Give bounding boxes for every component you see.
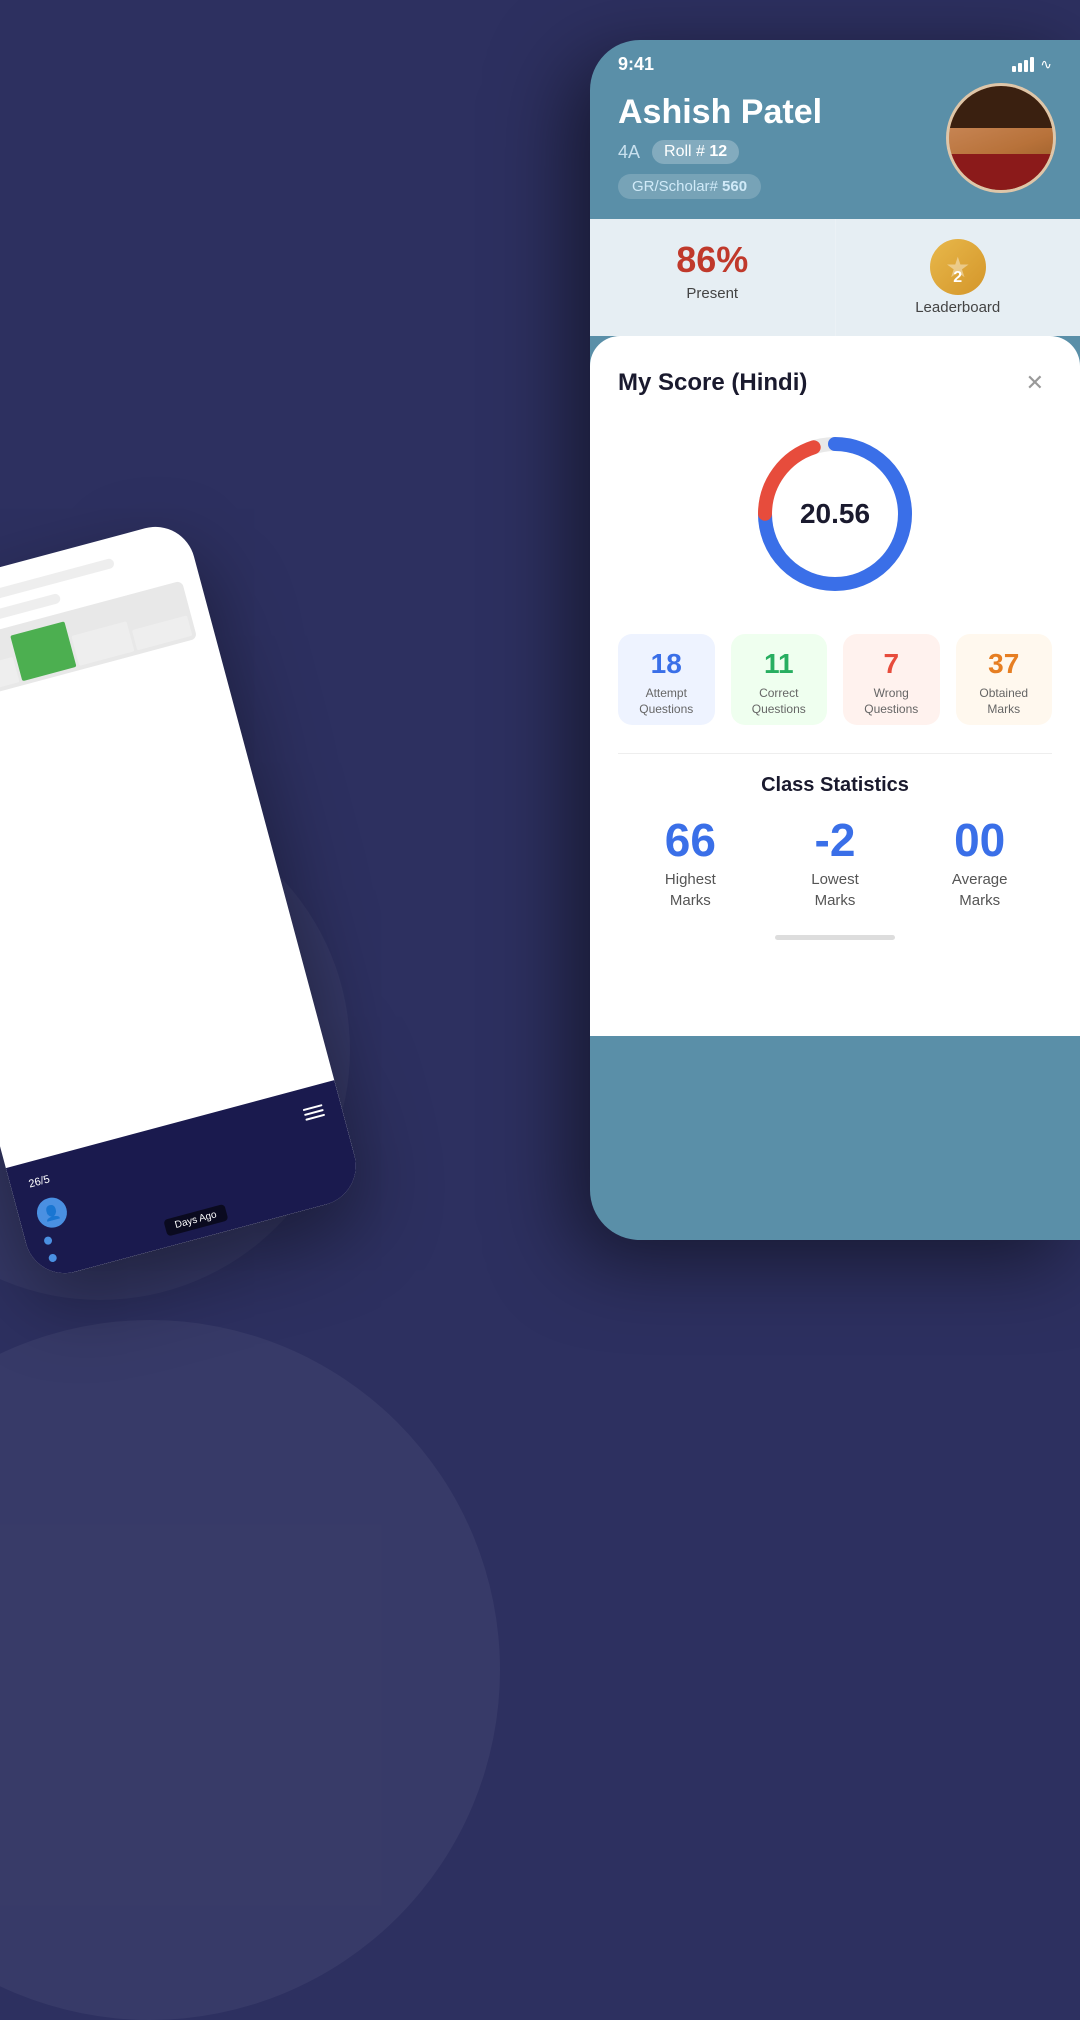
obtained-marks-box: 37 ObtainedMarks [956, 634, 1053, 725]
background-phone: Dec 000/- PAID 5000/- PAID 26/5 👤 Days A… [0, 518, 365, 1282]
wifi-icon: ∿ [1040, 56, 1052, 73]
attendance-value: 86% [600, 239, 825, 281]
donut-chart-container: 20.56 [618, 424, 1052, 604]
lowest-marks-value: -2 [763, 817, 908, 863]
leaderboard-rank: 2 [953, 269, 962, 287]
obtained-marks-value: 37 [966, 648, 1043, 680]
highest-marks-label: HighestMarks [618, 869, 763, 911]
attendance-stat: 86% Present [590, 219, 836, 336]
leaderboard-label: Leaderboard [846, 299, 1071, 316]
average-marks-value: 00 [907, 817, 1052, 863]
avatar-face [949, 86, 1053, 190]
roll-badge: Roll # 12 [652, 140, 739, 164]
attendance-label: Present [600, 285, 825, 302]
class-stats-title: Class Statistics [618, 774, 1052, 797]
divider [618, 753, 1052, 754]
average-marks-label: AverageMarks [907, 869, 1052, 911]
class-stats-row: 66 HighestMarks -2 LowestMarks 00 Averag… [618, 817, 1052, 911]
main-phone: 9:41 ∿ Ashish Patel 4A Roll # 12 [590, 40, 1080, 1240]
donut-chart: 20.56 [745, 424, 925, 604]
nav-dot [43, 1236, 53, 1246]
leaderboard-stat: ★ 2 Leaderboard [836, 219, 1080, 336]
leaderboard-badge: ★ 2 [930, 239, 986, 295]
bg-decoration-1 [0, 1320, 500, 2020]
average-marks-item: 00 AverageMarks [907, 817, 1052, 911]
status-icons: ∿ [1012, 56, 1052, 73]
score-card-header: My Score (Hindi) ✕ [618, 366, 1052, 400]
date-label: 26/5 [27, 1173, 51, 1190]
class-label: 4A [618, 142, 640, 163]
nav-dot [48, 1253, 58, 1263]
avatar-hair [949, 86, 1053, 128]
metrics-grid: 18 AttemptQuestions 11 CorrectQuestions … [618, 634, 1052, 725]
obtained-marks-label: ObtainedMarks [966, 686, 1043, 717]
highest-marks-value: 66 [618, 817, 763, 863]
lowest-marks-label: LowestMarks [763, 869, 908, 911]
avatar-jacket [949, 154, 1053, 190]
user-avatar-icon: 👤 [34, 1194, 71, 1231]
signal-icon [1012, 57, 1034, 72]
lowest-marks-item: -2 LowestMarks [763, 817, 908, 911]
score-card: My Score (Hindi) ✕ 20.56 18 Attem [590, 336, 1080, 1036]
wrong-questions-label: WrongQuestions [853, 686, 930, 717]
status-bar: 9:41 ∿ [590, 40, 1080, 83]
score-donut-value: 20.56 [800, 498, 870, 530]
avatar [946, 83, 1056, 193]
highest-marks-item: 66 HighestMarks [618, 817, 763, 911]
bottom-handle [618, 935, 1052, 940]
attempt-questions-label: AttemptQuestions [628, 686, 705, 717]
stats-row: 86% Present ★ 2 Leaderboard [590, 219, 1080, 336]
wrong-questions-value: 7 [853, 648, 930, 680]
attempt-questions-value: 18 [628, 648, 705, 680]
correct-questions-box: 11 CorrectQuestions [731, 634, 828, 725]
wrong-questions-box: 7 WrongQuestions [843, 634, 940, 725]
correct-questions-label: CorrectQuestions [741, 686, 818, 717]
scholar-badge: GR/Scholar# 560 [618, 174, 761, 199]
handle-bar [775, 935, 895, 940]
profile-header: Ashish Patel 4A Roll # 12 GR/Scholar# 56… [590, 83, 1080, 219]
hamburger-icon [303, 1104, 325, 1121]
correct-questions-value: 11 [741, 648, 818, 680]
status-time: 9:41 [618, 54, 654, 75]
attempt-questions-box: 18 AttemptQuestions [618, 634, 715, 725]
close-button[interactable]: ✕ [1018, 366, 1052, 400]
score-card-title: My Score (Hindi) [618, 369, 807, 397]
